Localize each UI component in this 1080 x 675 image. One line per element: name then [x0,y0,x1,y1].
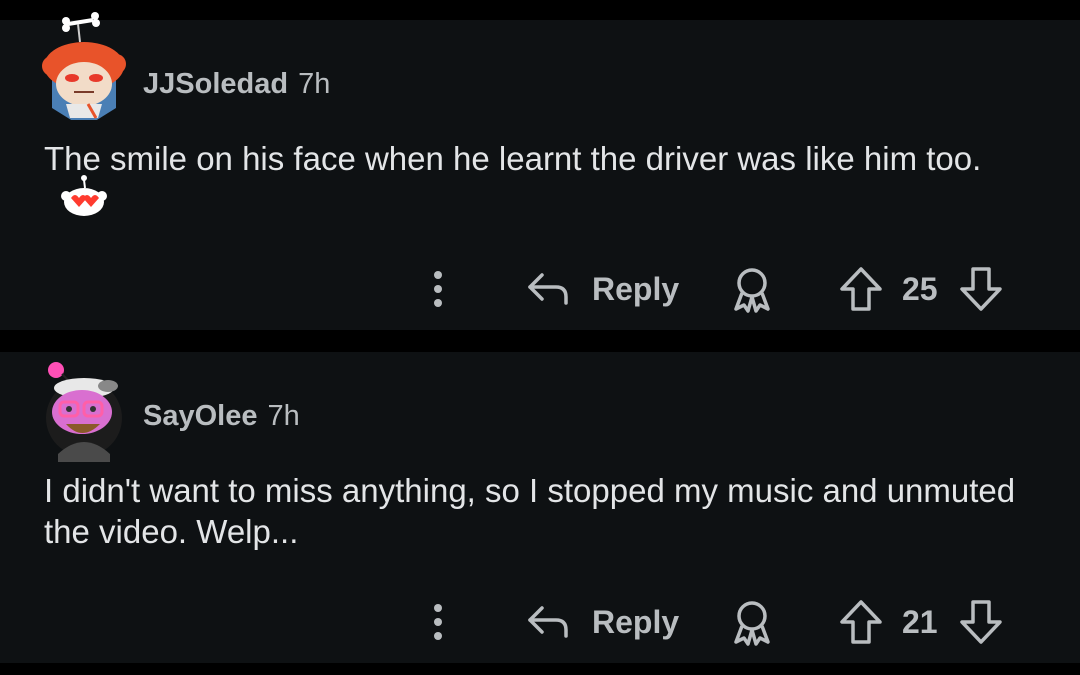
reply-arrow-icon [528,273,568,305]
reply-button[interactable]: Reply [526,600,679,644]
snoo-heart-eyes-icon [58,174,108,218]
award-button[interactable] [730,265,774,313]
upvote-button[interactable] [838,265,884,313]
downvote-arrow-icon [960,600,1002,644]
vote-count: 25 [902,271,938,307]
reply-label: Reply [592,270,680,307]
vertical-ellipsis-icon [434,604,442,640]
comment-thread: JJSoledad 7h The smile on his face when … [0,0,1080,675]
comment-body: I didn't want to miss anything, so I sto… [44,470,1024,552]
comment-meta: JJSoledad 7h [143,68,330,101]
timestamp: 7h [298,68,331,100]
comment-meta: SayOlee 7h [143,400,300,433]
comment-card: JJSoledad 7h The smile on his face when … [0,12,1080,330]
upvote-arrow-icon [840,267,882,311]
comment-text: The smile on his face when he learnt the… [44,140,982,177]
downvote-button[interactable] [958,598,1004,646]
username-link[interactable]: SayOlee [143,400,257,433]
award-icon [734,268,770,313]
comment-body: The smile on his face when he learnt the… [44,138,1024,224]
avatar-orange-hair-icon[interactable] [38,8,130,120]
reply-label: Reply [592,603,680,640]
avatar-pink-glasses-icon[interactable] [38,358,130,470]
upvote-arrow-icon [840,600,882,644]
award-icon [734,601,770,646]
upvote-button[interactable] [838,598,884,646]
username-link[interactable]: JJSoledad [143,68,288,101]
timestamp: 7h [267,400,300,432]
more-options-button[interactable] [426,267,450,311]
reply-button[interactable]: Reply [526,267,679,311]
comment-actions: Reply 25 [420,263,1020,315]
comment-text: I didn't want to miss anything, so I sto… [44,472,1016,550]
more-options-button[interactable] [426,600,450,644]
reply-arrow-icon [528,606,568,638]
comment-actions: Reply 21 [420,596,1020,648]
downvote-button[interactable] [958,265,1004,313]
comment-card: SayOlee 7h I didn't want to miss anythin… [0,352,1080,663]
award-button[interactable] [730,598,774,646]
downvote-arrow-icon [960,267,1002,311]
vote-count: 21 [902,604,938,640]
vertical-ellipsis-icon [434,271,442,307]
